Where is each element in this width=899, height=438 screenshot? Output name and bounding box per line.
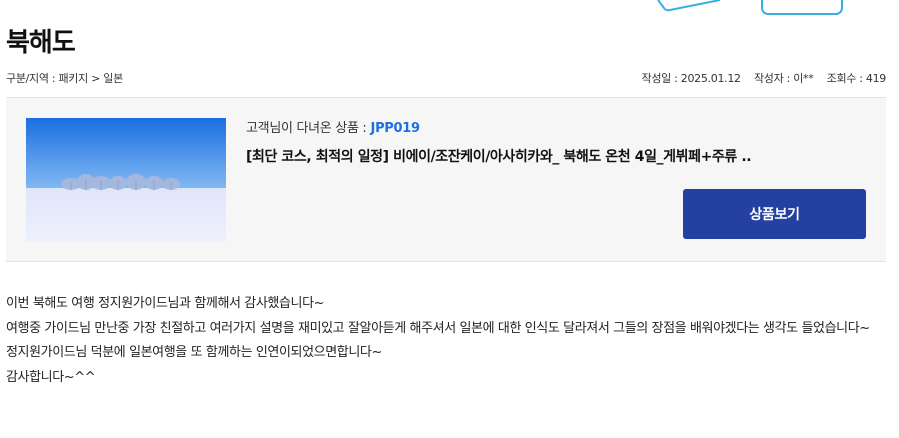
product-info: 고객님이 다녀온 상품 : JPP019 [최단 코스, 최적의 일정] 비에이/…	[246, 117, 866, 166]
product-code[interactable]: JPP019	[371, 121, 421, 136]
author: 작성자 : 이**	[753, 72, 814, 85]
snowy-field-image	[26, 118, 226, 242]
header-illustration-icon	[650, 0, 850, 20]
visited-label: 고객님이 다녀온 상품 :	[246, 121, 367, 136]
product-name-link[interactable]: [최단 코스, 최적의 일정] 비에이/조잔케이/아사히카와_ 북해도 온천 4…	[246, 146, 866, 166]
product-card: 고객님이 다녀온 상품 : JPP019 [최단 코스, 최적의 일정] 비에이/…	[6, 97, 886, 262]
review-content: 이번 북해도 여행 정지원가이드님과 함께해서 감사했습니다~ 여행중 가이드님…	[6, 292, 888, 390]
review-line: 여행중 가이드님 만난중 가장 친절하고 여러가지 설명을 재미있고 잘알아듣게…	[6, 320, 870, 336]
created-date: 작성일 : 2025.01.12	[641, 72, 742, 85]
review-line: 정지원가이드님 덕분에 일본여행을 또 함께하는 인연이되었으면합니다~	[6, 345, 382, 360]
view-product-button[interactable]: 상품보기	[683, 189, 866, 239]
visited-product-line: 고객님이 다녀온 상품 : JPP019	[246, 117, 866, 136]
product-thumbnail[interactable]	[26, 118, 226, 242]
post-meta: 구분/지역 : 패키지 > 일본 작성일 : 2025.01.12 작성자 : …	[6, 70, 886, 86]
post-meta-right: 작성일 : 2025.01.12 작성자 : 이** 조회수 : 419	[632, 70, 887, 86]
page-title: 북해도	[6, 28, 76, 58]
category-breadcrumb: 구분/지역 : 패키지 > 일본	[6, 72, 123, 85]
review-line: 이번 북해도 여행 정지원가이드님과 함께해서 감사했습니다~	[6, 296, 325, 311]
view-count: 조회수 : 419	[826, 72, 887, 85]
review-line: 감사합니다~^^	[6, 369, 96, 385]
